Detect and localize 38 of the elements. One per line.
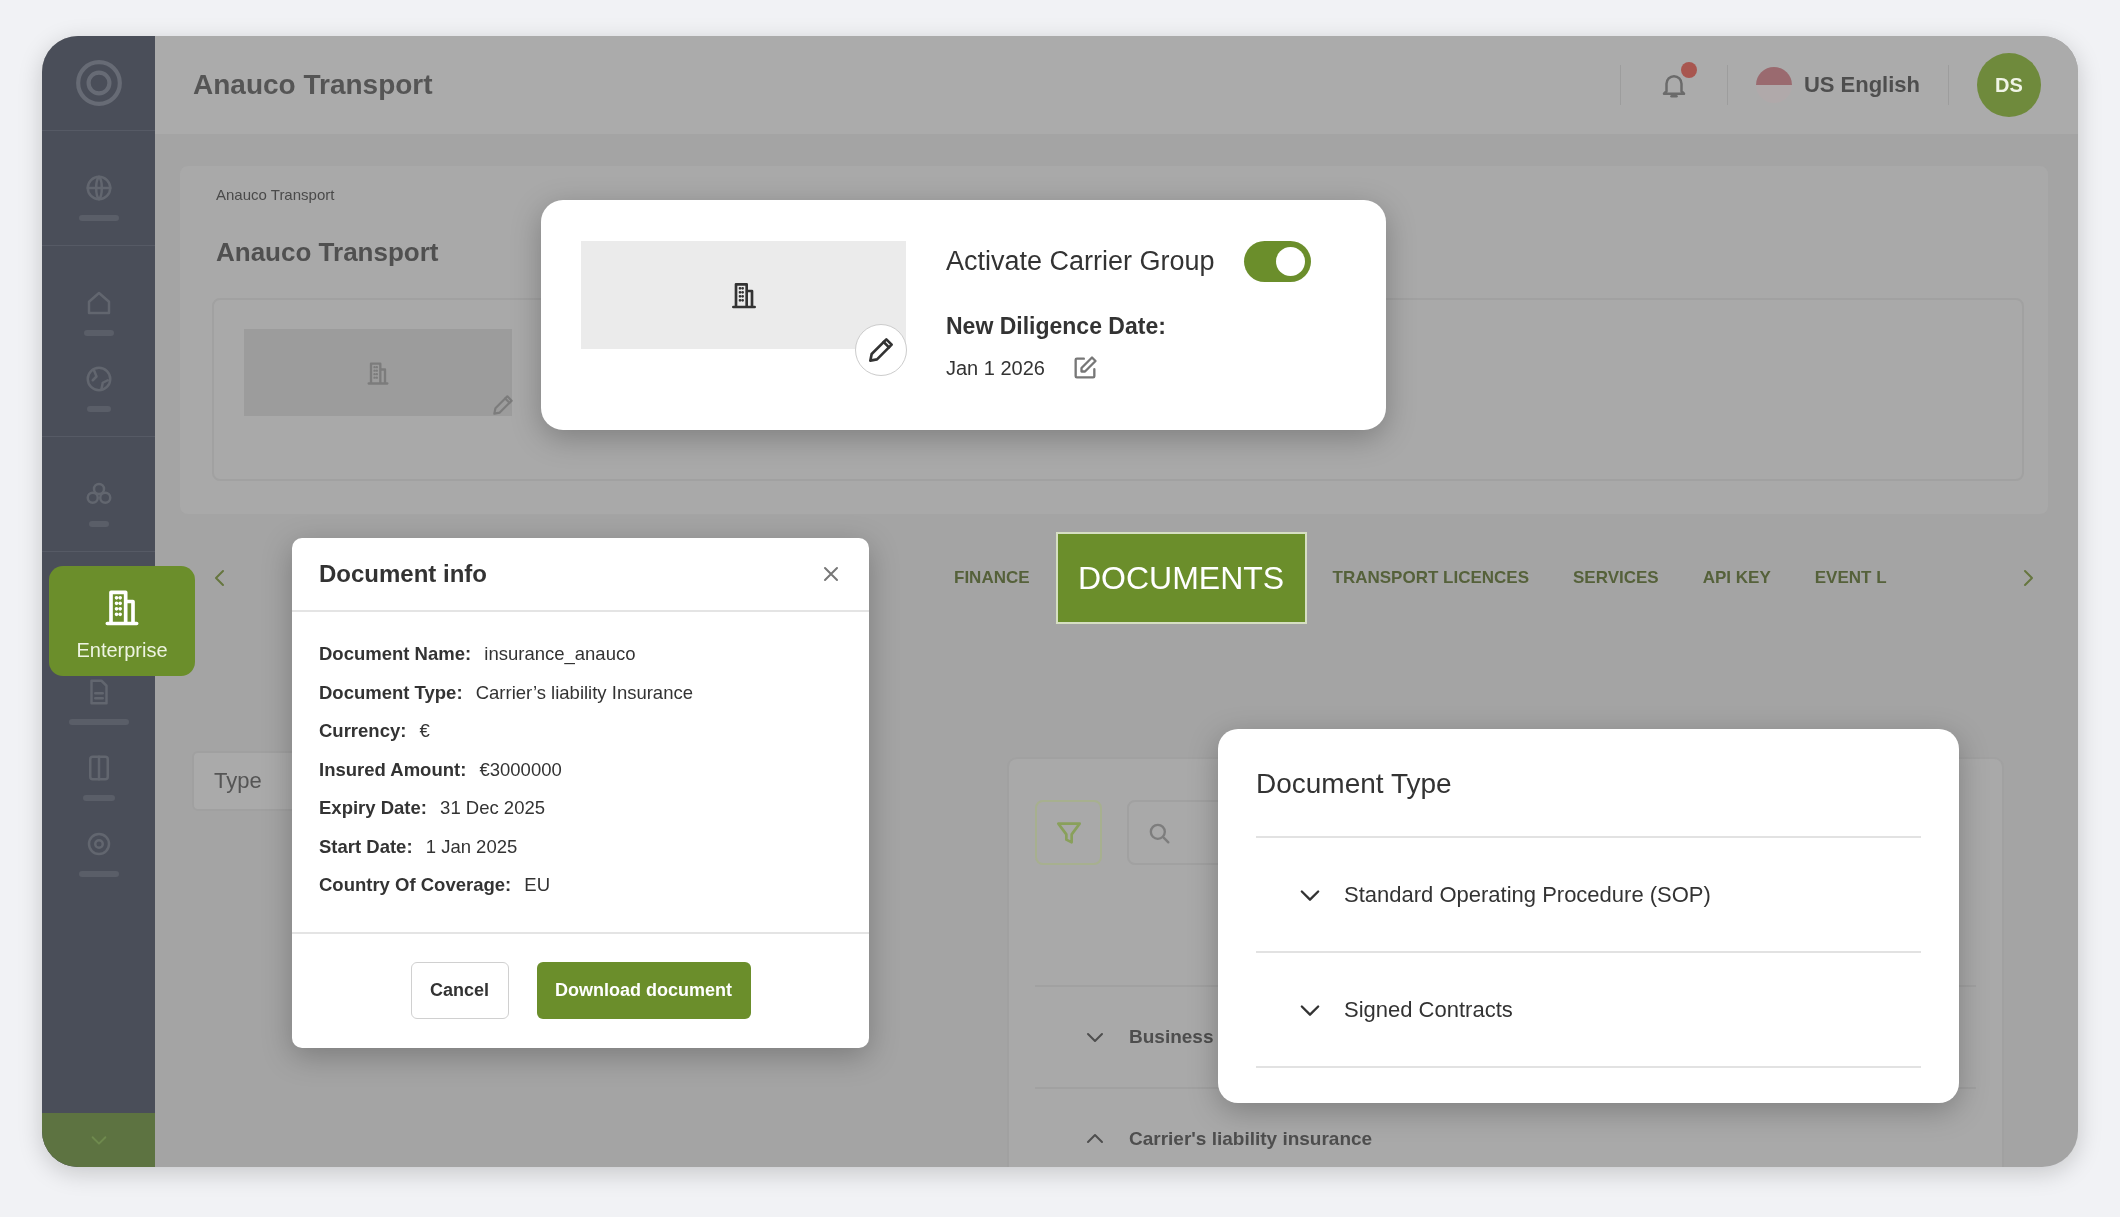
edit-logo-button[interactable] xyxy=(855,324,907,376)
tab[interactable]: TRANSPORT LICENCES xyxy=(1310,568,1552,588)
card-title: Document Type xyxy=(1256,729,1921,838)
info-row-text: Start Date: 1 Jan 2025 xyxy=(319,834,519,859)
breadcrumb[interactable]: Anauco Transport xyxy=(216,186,335,203)
info-row-text: Country Of Coverage: EU xyxy=(319,873,552,897)
language-selector[interactable]: US English xyxy=(1755,67,1920,103)
download-button[interactable]: Download document xyxy=(536,962,751,1020)
tab[interactable]: EVENT L xyxy=(1792,568,1909,588)
field-label: New Diligence Date: xyxy=(946,313,1167,340)
tab[interactable]: DOCUMENTS xyxy=(1055,532,1307,624)
toggle-label: Activate Carrier Group xyxy=(946,246,1216,277)
info-row-text: Insured Amount: €3000000 xyxy=(319,757,563,782)
tab[interactable]: API KEY xyxy=(1680,568,1793,588)
collapse-bar[interactable] xyxy=(42,1113,155,1167)
sidebar-item[interactable]: Enterprise xyxy=(49,566,195,676)
flag-icon xyxy=(1755,67,1792,103)
logo-icon xyxy=(73,58,124,108)
accordion-item[interactable]: Standard Operating Procedure (SOP) xyxy=(1256,838,1921,953)
toggle-switch[interactable] xyxy=(1244,241,1311,282)
tab[interactable]: SERVICES xyxy=(1551,568,1681,588)
date-value: Jan 1 2026 xyxy=(946,356,1045,380)
dialog-title: Document info xyxy=(319,560,487,588)
group-label: Carrier's liability insurance xyxy=(1129,1128,1373,1150)
group-label: Business xyxy=(1129,1026,1214,1048)
info-row-text: Currency: € xyxy=(319,719,431,743)
accordion-item[interactable]: Signed Contracts xyxy=(1256,953,1921,1068)
cancel-button[interactable]: Cancel xyxy=(410,962,509,1020)
pencil-icon xyxy=(490,392,516,418)
info-row-text: Expiry Date: 31 Dec 2025 xyxy=(319,796,547,820)
tab[interactable]: FINANCE xyxy=(932,568,1052,588)
user-avatar[interactable]: DS xyxy=(1977,53,2041,117)
info-row-text: Document Name: insurance_anauco xyxy=(319,642,637,667)
company-title: Anauco Transport xyxy=(216,237,439,268)
info-row-text: Document Type: Carrier’s liability Insurance xyxy=(319,680,694,705)
notification-badge xyxy=(1680,62,1697,78)
page-title: Anauco Transport xyxy=(193,69,433,101)
filter-button[interactable] xyxy=(1035,800,1102,865)
